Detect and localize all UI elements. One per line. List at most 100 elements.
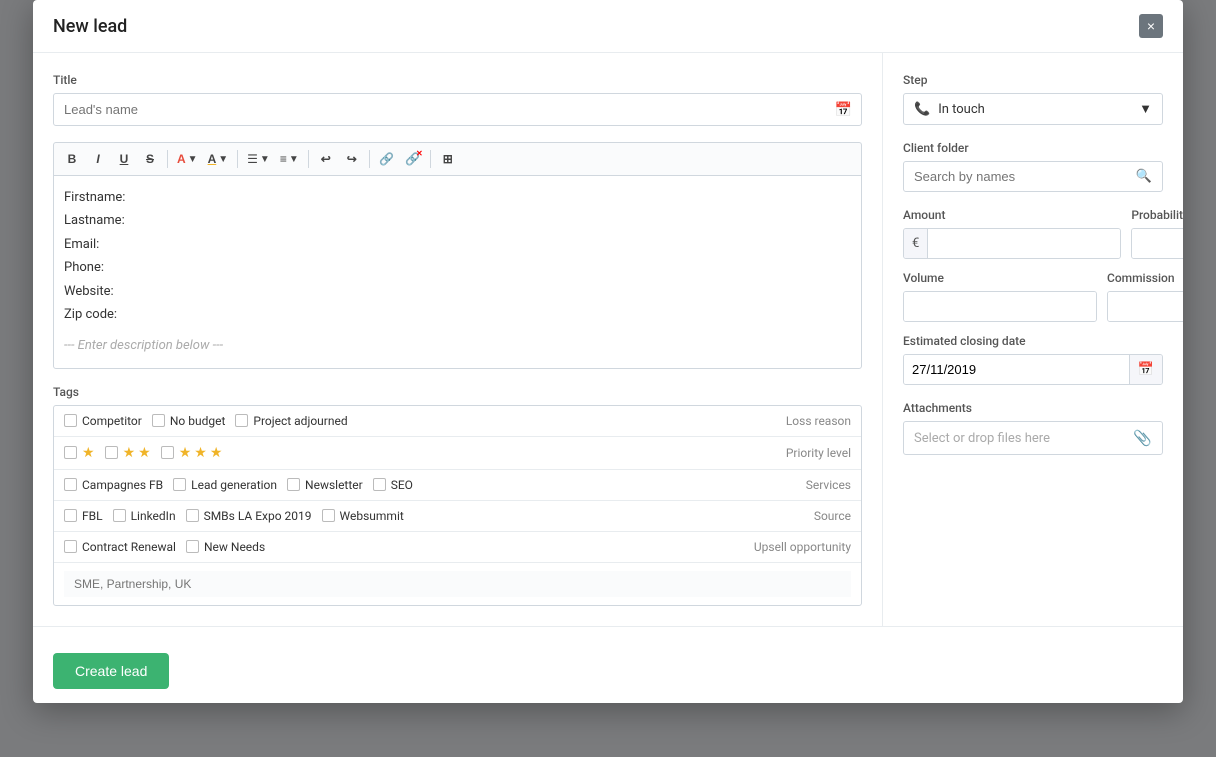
linkedin-label: LinkedIn <box>131 509 176 523</box>
no-budget-checkbox[interactable] <box>152 414 165 427</box>
seo-checkbox[interactable] <box>373 478 386 491</box>
modal-footer: Create lead <box>33 626 1183 703</box>
step-select-inner: 📞 In touch <box>914 102 985 117</box>
project-adjourned-checkbox[interactable] <box>235 414 248 427</box>
closing-date-input[interactable] <box>904 355 1129 384</box>
probability-input[interactable] <box>1132 229 1183 258</box>
rich-text-editor: B I U S A ▼ A ▼ <box>53 142 862 369</box>
star-2: ★ <box>194 445 207 461</box>
link-button[interactable]: 🔗 <box>375 147 399 171</box>
no-budget-tag[interactable]: No budget <box>152 414 226 428</box>
strikethrough-button[interactable]: S <box>138 147 162 171</box>
client-folder-input[interactable] <box>914 169 1136 184</box>
bold-button[interactable]: B <box>60 147 84 171</box>
toolbar-divider-1 <box>167 150 168 168</box>
contract-renewal-checkbox[interactable] <box>64 540 77 553</box>
close-button[interactable]: × <box>1139 14 1163 38</box>
websummit-checkbox[interactable] <box>322 509 335 522</box>
volume-label: Volume <box>903 271 1097 285</box>
paperclip-icon: 📎 <box>1133 429 1152 447</box>
underline-button[interactable]: U <box>112 147 136 171</box>
rte-content-area[interactable]: Firstname: Lastname: Email: Phone: Websi… <box>53 175 862 369</box>
priority-1star[interactable]: ★ <box>64 445 95 461</box>
step-field: Step 📞 In touch ▼ <box>903 73 1163 125</box>
modal-left-panel: Title 📅 B I U S A <box>33 53 883 626</box>
priority-2star[interactable]: ★ ★ <box>105 445 151 461</box>
priority-2star-checkbox[interactable] <box>105 446 118 459</box>
services-items: Campagnes FB Lead generation Newsletter <box>64 478 751 492</box>
client-folder-search[interactable]: 🔍 <box>903 161 1163 192</box>
redo-button[interactable]: ↪ <box>340 147 364 171</box>
lead-generation-tag[interactable]: Lead generation <box>173 478 277 492</box>
search-icon: 🔍 <box>1136 169 1152 184</box>
fbl-tag[interactable]: FBL <box>64 509 103 523</box>
undo-button[interactable]: ↩ <box>314 147 338 171</box>
contract-renewal-tag[interactable]: Contract Renewal <box>64 540 176 554</box>
priority-3star[interactable]: ★ ★ ★ <box>161 445 223 461</box>
newsletter-checkbox[interactable] <box>287 478 300 491</box>
priority-3star-checkbox[interactable] <box>161 446 174 459</box>
attachments-field: Attachments Select or drop files here 📎 <box>903 401 1163 455</box>
toolbar-divider-5 <box>430 150 431 168</box>
campagnes-fb-checkbox[interactable] <box>64 478 77 491</box>
client-folder-field: Client folder 🔍 <box>903 141 1163 192</box>
lead-generation-checkbox[interactable] <box>173 478 186 491</box>
email-label: Email: <box>64 237 99 252</box>
toolbar-divider-2 <box>237 150 238 168</box>
unlink-button[interactable]: 🔗✕ <box>401 147 425 171</box>
ordered-list-button[interactable]: ≡ ▼ <box>276 150 303 168</box>
modal-right-panel: Step 📞 In touch ▼ Client folder 🔍 <box>883 53 1183 626</box>
table-button[interactable]: ⊞ <box>436 147 460 171</box>
attachments-label: Attachments <box>903 401 1163 415</box>
fbl-checkbox[interactable] <box>64 509 77 522</box>
campagnes-fb-tag[interactable]: Campagnes FB <box>64 478 163 492</box>
font-color-button[interactable]: A ▼ <box>173 150 202 168</box>
new-lead-modal: New lead × Title 📅 B I <box>33 0 1183 703</box>
competitor-tag[interactable]: Competitor <box>64 414 142 428</box>
priority-1star-checkbox[interactable] <box>64 446 77 459</box>
smbs-tag[interactable]: SMBs LA Expo 2019 <box>186 509 312 523</box>
star-1: ★ <box>82 445 95 461</box>
step-select[interactable]: 📞 In touch ▼ <box>903 93 1163 125</box>
modal-title: New lead <box>53 16 127 37</box>
commission-input[interactable] <box>1108 292 1183 321</box>
linkedin-checkbox[interactable] <box>113 509 126 522</box>
competitor-label: Competitor <box>82 414 142 428</box>
amount-input[interactable] <box>928 229 1120 258</box>
websummit-label: Websummit <box>340 509 404 523</box>
tags-table: Competitor No budget Project adjourned <box>53 405 862 606</box>
services-category: Services <box>751 478 851 492</box>
star-group-2: ★ ★ <box>123 445 151 461</box>
create-lead-button[interactable]: Create lead <box>53 653 169 689</box>
volume-input[interactable] <box>904 292 1096 321</box>
modal-overlay: New lead × Title 📅 B I <box>0 0 1216 757</box>
volume-commission-group: Volume Commission % <box>903 271 1163 322</box>
project-adjourned-tag[interactable]: Project adjourned <box>235 414 347 428</box>
title-input[interactable] <box>53 93 862 126</box>
newsletter-tag[interactable]: Newsletter <box>287 478 363 492</box>
attachment-dropzone[interactable]: Select or drop files here 📎 <box>903 421 1163 455</box>
seo-label: SEO <box>391 478 413 492</box>
loss-reason-row: Competitor No budget Project adjourned <box>54 406 861 437</box>
italic-button[interactable]: I <box>86 147 110 171</box>
commission-label: Commission <box>1107 271 1183 285</box>
custom-tag-input[interactable] <box>64 571 851 597</box>
new-needs-checkbox[interactable] <box>186 540 199 553</box>
smbs-checkbox[interactable] <box>186 509 199 522</box>
highlight-button[interactable]: A ▼ <box>204 150 233 168</box>
seo-tag[interactable]: SEO <box>373 478 413 492</box>
campagnes-fb-label: Campagnes FB <box>82 478 163 492</box>
description-placeholder: --- Enter description below --- <box>64 334 851 357</box>
upsell-category: Upsell opportunity <box>742 540 851 554</box>
competitor-checkbox[interactable] <box>64 414 77 427</box>
amount-label: Amount <box>903 208 1121 222</box>
date-picker-icon[interactable]: 📅 <box>1129 355 1162 384</box>
linkedin-tag[interactable]: LinkedIn <box>113 509 176 523</box>
smbs-label: SMBs LA Expo 2019 <box>204 509 312 523</box>
websummit-tag[interactable]: Websummit <box>322 509 404 523</box>
star-group-1: ★ <box>82 445 95 461</box>
new-needs-tag[interactable]: New Needs <box>186 540 265 554</box>
title-label: Title <box>53 73 862 87</box>
loss-reason-items: Competitor No budget Project adjourned <box>64 414 751 428</box>
bullet-list-button[interactable]: ☰ ▼ <box>243 150 274 168</box>
